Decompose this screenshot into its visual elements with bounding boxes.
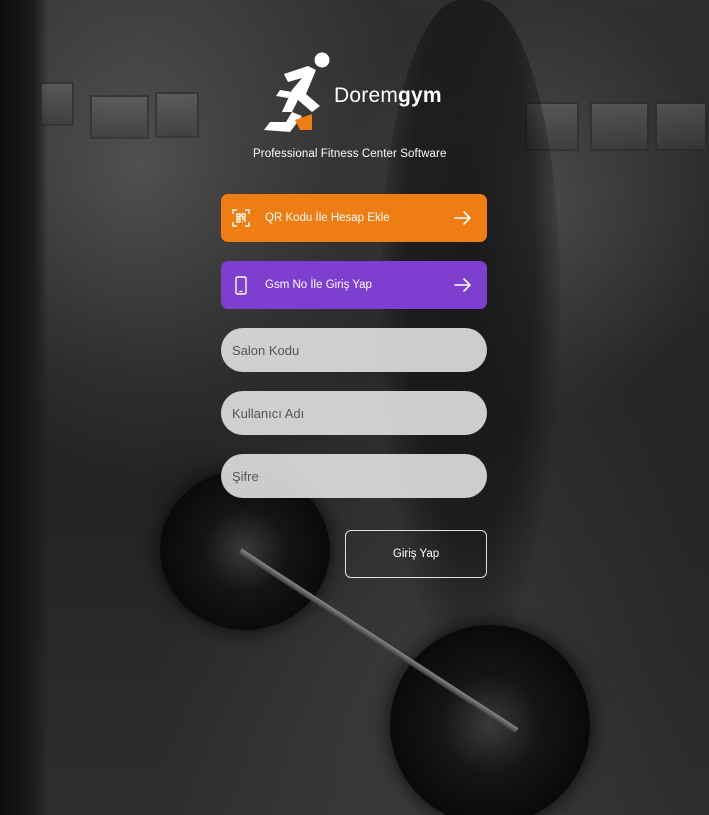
background-window: [590, 102, 649, 151]
mobile-phone-icon: [231, 275, 251, 295]
brand-logo: Doremgym Professional Fitness Center Sof…: [253, 50, 462, 165]
qr-add-account-button[interactable]: QR Kodu İle Hesap Ekle: [221, 194, 487, 242]
brand-name-light: Dorem: [334, 84, 399, 107]
salon-code-input[interactable]: [221, 328, 487, 372]
username-input[interactable]: [221, 391, 487, 435]
background-weight-plate: [390, 625, 590, 815]
arrow-right-icon: [453, 208, 473, 228]
brand-name-bold: gym: [398, 84, 442, 107]
brand-tagline: Professional Fitness Center Software: [253, 148, 447, 160]
login-button[interactable]: Giriş Yap: [345, 530, 487, 578]
runner-icon: [264, 52, 330, 132]
qr-add-account-label: QR Kodu İle Hesap Ekle: [265, 212, 390, 224]
background-window: [40, 82, 74, 126]
qr-scan-icon: [231, 208, 251, 228]
arrow-right-icon: [453, 275, 473, 295]
gsm-login-label: Gsm No İle Giriş Yap: [265, 279, 372, 291]
gsm-login-button[interactable]: Gsm No İle Giriş Yap: [221, 261, 487, 309]
background-window: [155, 92, 199, 138]
background-window: [90, 95, 149, 139]
password-input[interactable]: [221, 454, 487, 498]
brand-name: Doremgym: [334, 84, 442, 108]
background-window: [655, 102, 707, 151]
login-screen: Doremgym Professional Fitness Center Sof…: [0, 0, 709, 815]
